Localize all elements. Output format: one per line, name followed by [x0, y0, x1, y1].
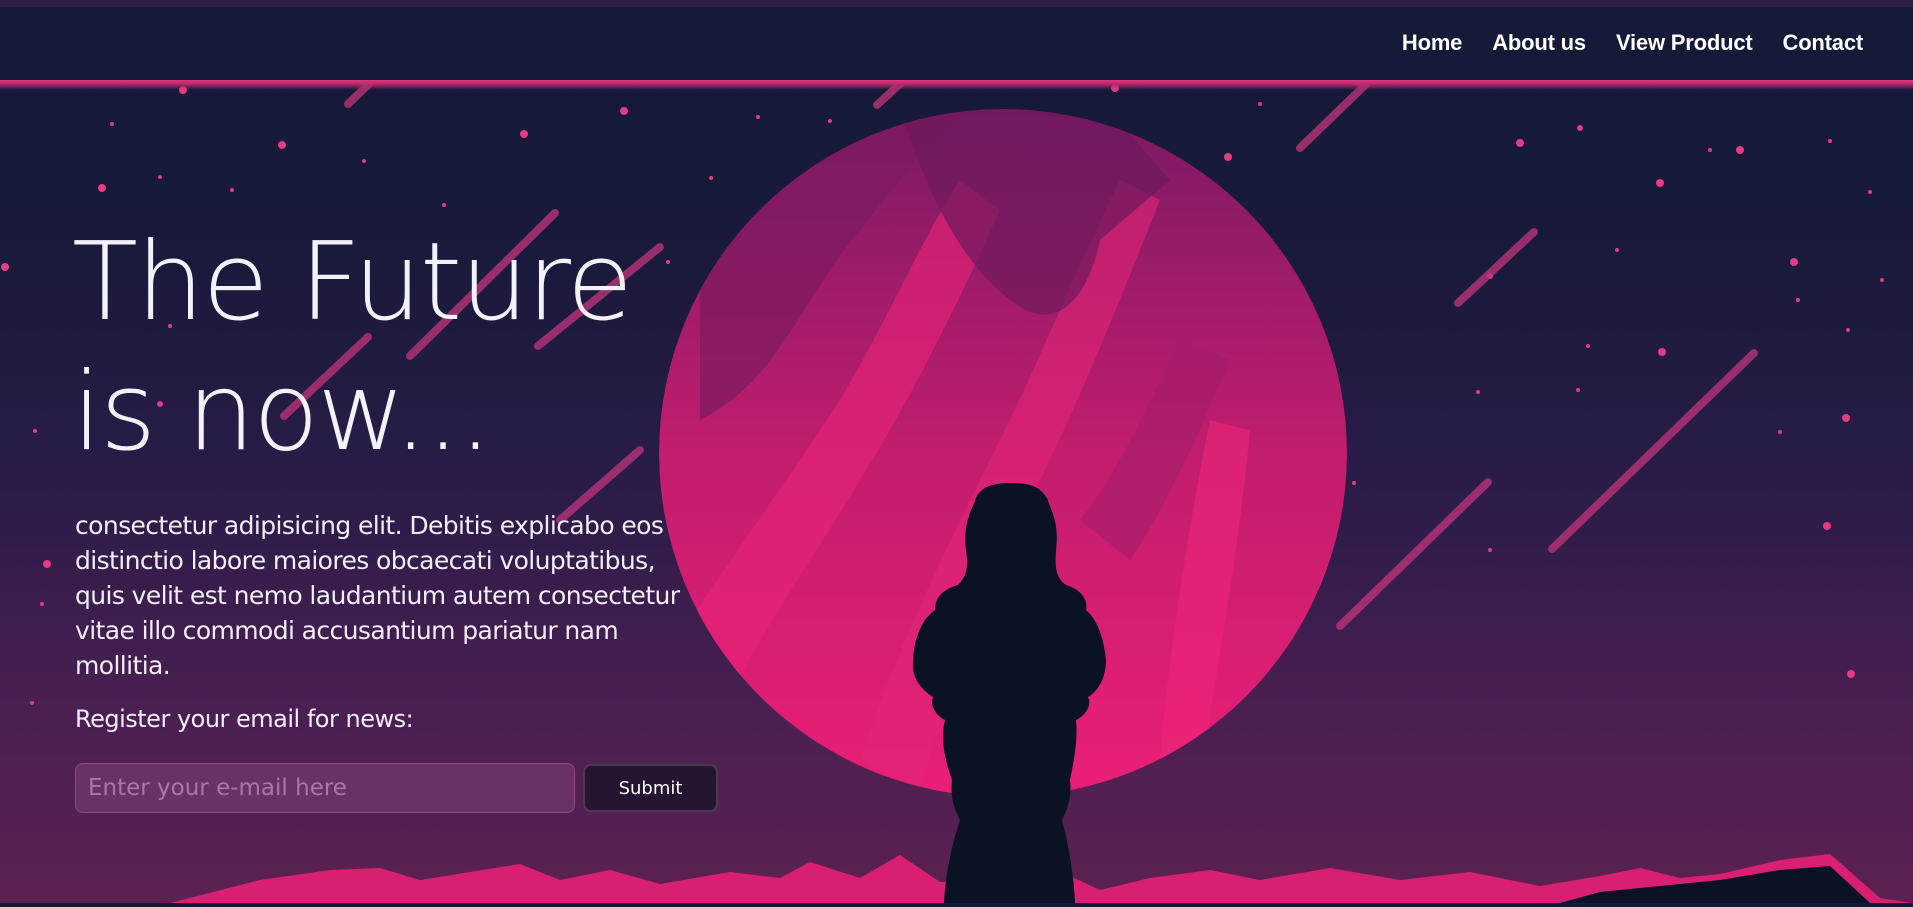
hero-title-line1: The Future: [72, 220, 633, 345]
email-input[interactable]: [75, 763, 575, 813]
nav-home[interactable]: Home: [1402, 30, 1463, 56]
nav-view-product[interactable]: View Product: [1616, 30, 1753, 56]
hero-title: The Future is now...: [72, 218, 633, 478]
register-label: Register your email for news:: [75, 705, 414, 733]
nav-about-us[interactable]: About us: [1492, 30, 1586, 56]
nav-contact[interactable]: Contact: [1783, 30, 1864, 56]
hero-title-line2: is now...: [72, 350, 493, 475]
submit-button[interactable]: Submit: [583, 764, 718, 812]
hero-description: consectetur adipisicing elit. Debitis ex…: [75, 511, 680, 680]
main-nav: Home About us View Product Contact: [1402, 30, 1863, 56]
navbar-glow: [0, 80, 1913, 90]
